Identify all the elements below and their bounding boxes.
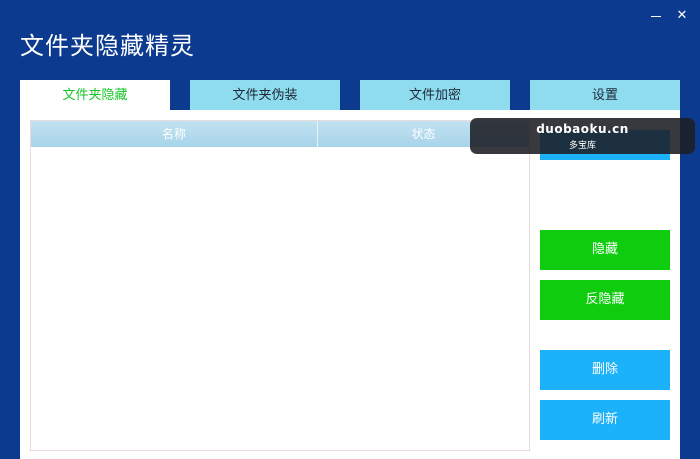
watermark-badge: duobaoku.cn 多宝库 <box>470 118 695 154</box>
tab-file-encrypt[interactable]: 文件加密 <box>360 80 510 110</box>
app-title: 文件夹隐藏精灵 <box>20 32 195 60</box>
tab-folder-hide[interactable]: 文件夹隐藏 <box>20 80 170 110</box>
hide-button[interactable]: 隐藏 <box>540 230 670 270</box>
watermark-domain: duobaoku.cn <box>536 122 629 136</box>
refresh-button[interactable]: 刷新 <box>540 400 670 440</box>
close-button[interactable]: ✕ <box>674 8 690 24</box>
delete-button[interactable]: 删除 <box>540 350 670 390</box>
close-icon: ✕ <box>676 8 688 23</box>
tab-folder-disguise[interactable]: 文件夹伪装 <box>190 80 340 110</box>
minimize-button[interactable] <box>648 8 664 24</box>
column-header-name[interactable]: 名称 <box>31 121 318 147</box>
unhide-button[interactable]: 反隐藏 <box>540 280 670 320</box>
file-list[interactable]: 名称 状态 <box>30 120 530 451</box>
list-header: 名称 状态 <box>31 121 529 147</box>
minimize-icon <box>651 16 661 17</box>
content-panel: 名称 状态 隐藏 反隐藏 删除 刷新 <box>20 110 680 459</box>
watermark-name: 多宝库 <box>568 141 596 151</box>
tab-settings[interactable]: 设置 <box>530 80 680 110</box>
